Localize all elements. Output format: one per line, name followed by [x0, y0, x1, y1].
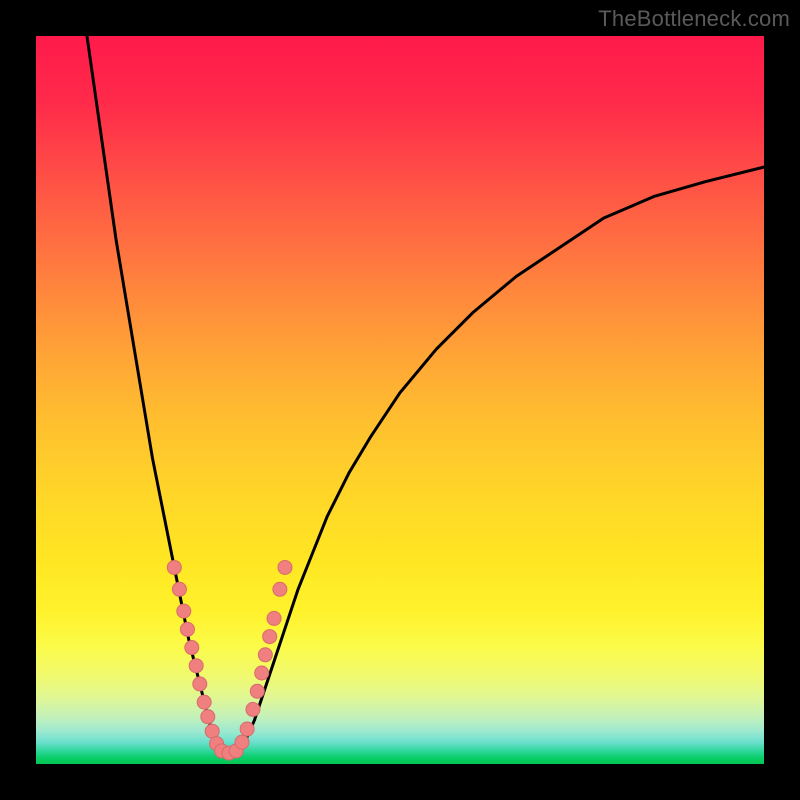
marker-dot	[258, 648, 272, 662]
marker-dot	[267, 611, 281, 625]
marker-dot	[273, 582, 287, 596]
marker-dot	[189, 659, 203, 673]
marker-dot	[177, 604, 191, 618]
marker-dot	[197, 695, 211, 709]
marker-dot	[193, 677, 207, 691]
marker-dot	[263, 630, 277, 644]
marker-dot	[180, 622, 194, 636]
marker-dot	[250, 684, 264, 698]
marker-dot	[185, 641, 199, 655]
marker-dot	[255, 666, 269, 680]
marker-dot	[167, 560, 181, 574]
marker-dot	[246, 702, 260, 716]
watermark-text: TheBottleneck.com	[598, 6, 790, 32]
marker-dot	[172, 582, 186, 596]
marker-dot	[278, 560, 292, 574]
marker-dot	[240, 722, 254, 736]
chart-frame: TheBottleneck.com	[0, 0, 800, 800]
chart-svg	[36, 36, 764, 764]
marker-dot	[201, 710, 215, 724]
plot-area	[36, 36, 764, 764]
marker-dot	[235, 735, 249, 749]
